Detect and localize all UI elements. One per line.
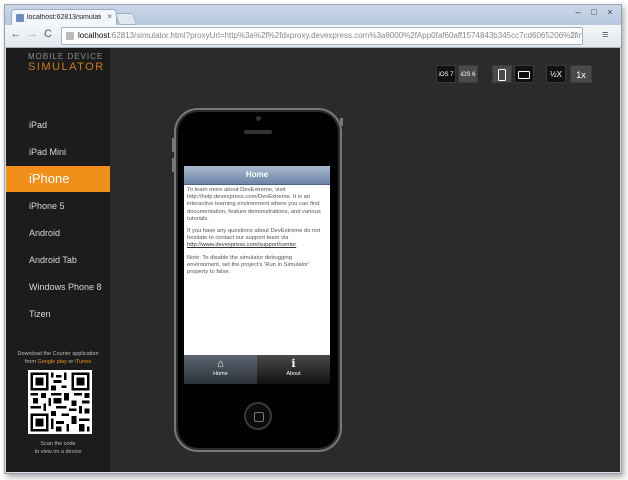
home-button-icon: [254, 412, 264, 422]
portrait-icon: [498, 69, 506, 81]
qr-code-icon: [28, 370, 92, 434]
back-button[interactable]: ←: [9, 28, 23, 40]
scan-text: Scan the code to view on a device: [34, 441, 82, 455]
tab-home-label: Home: [213, 371, 228, 377]
tab-strip: localhost:62813/simulator.h × – □ ×: [5, 5, 621, 26]
device-tizen[interactable]: Tizen: [6, 301, 110, 327]
browser-window: localhost:62813/simulator.h × – □ × ← → …: [4, 4, 622, 474]
device-sidebar: MOBILE DEVICE SIMULATOR iPad iPad Mini i…: [6, 48, 110, 472]
url-host: localhost: [78, 31, 110, 40]
google-play-link[interactable]: Google play: [37, 359, 66, 365]
half-zoom-button[interactable]: ½X: [546, 65, 566, 83]
speaker-grille: [244, 130, 272, 134]
device-ipad-mini[interactable]: iPad Mini: [6, 139, 110, 165]
qr-code: [28, 370, 92, 434]
app-title: Home: [184, 166, 330, 185]
tab-about-label: About: [286, 371, 301, 377]
browser-tab[interactable]: localhost:62813/simulator.h ×: [11, 9, 117, 26]
landscape-icon: [518, 71, 530, 79]
device-ipad[interactable]: iPad: [6, 112, 110, 138]
tab-home[interactable]: ⌂ Home: [184, 355, 257, 384]
logo-top: MOBILE DEVICE: [28, 52, 104, 61]
bookmark-star-icon[interactable]: ☆: [569, 28, 578, 44]
full-zoom-button[interactable]: 1x: [570, 65, 592, 83]
tab-about[interactable]: ℹ About: [257, 355, 330, 384]
volume-down-button: [172, 158, 175, 172]
logo-bottom: SIMULATOR: [28, 61, 105, 73]
home-button[interactable]: [244, 402, 272, 430]
device-iphone[interactable]: iPhone: [6, 166, 110, 192]
address-bar[interactable]: localhost:62813/simulator.html?proxyUrl=…: [61, 27, 583, 45]
camera-icon: [256, 116, 261, 121]
paragraph-2: If you have any questions about DevExtre…: [187, 228, 321, 249]
tab-close-icon[interactable]: ×: [107, 12, 112, 21]
ios7-button[interactable]: iOS 7: [436, 65, 456, 83]
support-link[interactable]: http://www.devexpress.com/support/center: [187, 242, 296, 248]
home-icon: ⌂: [217, 358, 224, 370]
ios6-button[interactable]: iOS 6: [458, 65, 478, 83]
simulator-area: MOBILE DEVICE SIMULATOR iPad iPad Mini i…: [6, 48, 620, 472]
download-text: Download the Courier application from Go…: [17, 351, 99, 365]
landscape-button[interactable]: [514, 65, 534, 83]
itunes-link[interactable]: iTunes: [75, 359, 91, 365]
device-android[interactable]: Android: [6, 220, 110, 246]
paragraph-3: Note: To disable the simulator debugging…: [187, 254, 310, 276]
favicon-icon: [16, 14, 24, 22]
iphone-frame: Home To learn more about DevExtreme, vis…: [174, 108, 342, 452]
device-android-tab[interactable]: Android Tab: [6, 247, 110, 273]
close-window-button[interactable]: ×: [603, 7, 617, 17]
paragraph-1: To learn more about DevExtreme, visit ht…: [187, 187, 321, 222]
portrait-button[interactable]: [492, 65, 512, 83]
device-iphone-5[interactable]: iPhone 5: [6, 193, 110, 219]
new-tab-button[interactable]: [114, 13, 138, 25]
tab-title: localhost:62813/simulator.h: [27, 14, 101, 21]
info-icon: ℹ: [291, 358, 296, 370]
device-windows-phone-8[interactable]: Windows Phone 8: [6, 274, 110, 300]
mute-switch: [340, 118, 343, 126]
page-icon: [66, 32, 74, 40]
device-screen: Home To learn more about DevExtreme, vis…: [184, 166, 330, 384]
browser-menu-icon[interactable]: ≡: [602, 29, 608, 41]
volume-up-button: [172, 138, 175, 152]
app-tab-bar: ⌂ Home ℹ About: [184, 355, 330, 384]
app-content: To learn more about DevExtreme, visit ht…: [184, 185, 330, 355]
reload-button[interactable]: C: [41, 28, 55, 40]
url-path: :62813/simulator.html?proxyUrl=http%3a%2…: [109, 31, 583, 40]
maximize-button[interactable]: □: [587, 7, 601, 17]
minimize-button[interactable]: –: [571, 7, 585, 17]
browser-toolbar: ← → C localhost:62813/simulator.html?pro…: [5, 25, 621, 48]
forward-button[interactable]: →: [25, 28, 39, 40]
